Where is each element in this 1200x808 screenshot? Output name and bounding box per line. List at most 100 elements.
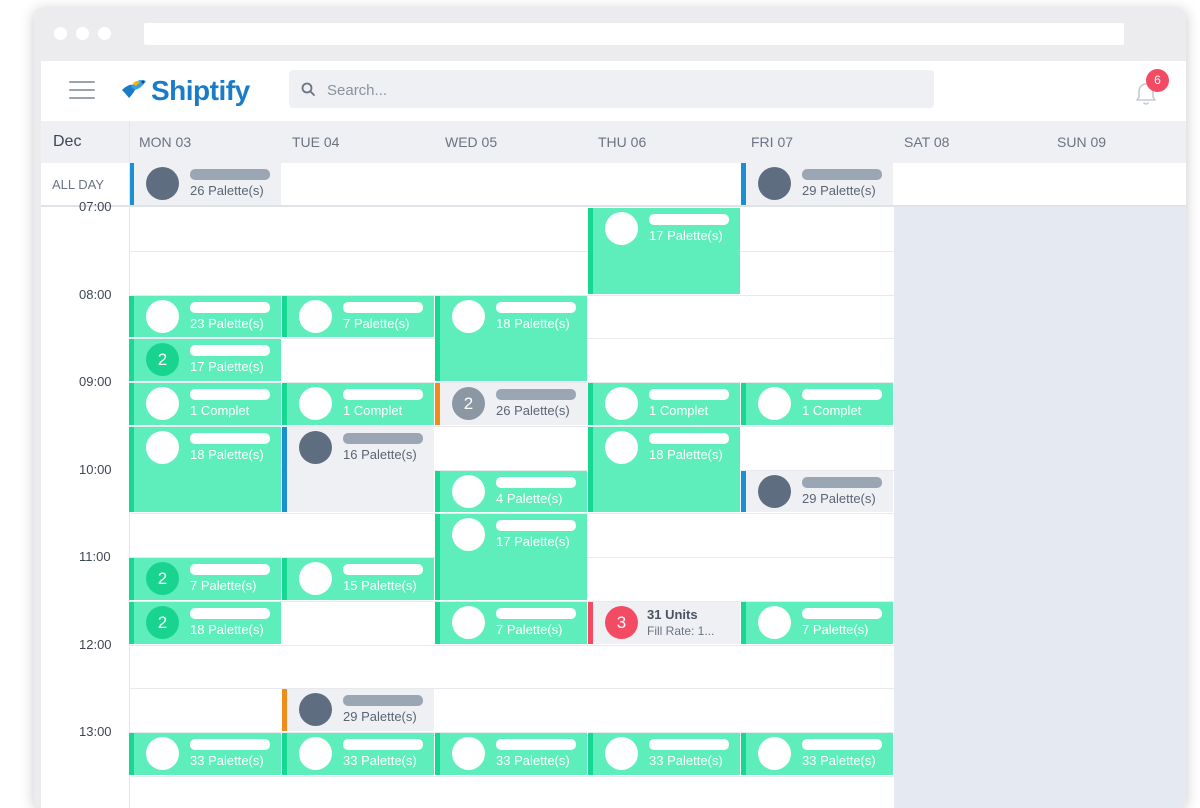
event-label: 17 Palette(s): [190, 359, 264, 375]
event-name-placeholder: [496, 476, 576, 488]
event-card[interactable]: 1 Complet: [588, 383, 740, 425]
event-card[interactable]: 1 Complet: [741, 383, 893, 425]
event-title: 31 Units: [647, 606, 698, 622]
day-header[interactable]: THU 06: [598, 134, 646, 150]
event-status-circle: [146, 387, 179, 420]
logo[interactable]: Shiptify: [121, 73, 271, 109]
event-name-placeholder: [802, 389, 882, 400]
event-name-placeholder: [649, 739, 729, 750]
event-name-placeholder: [343, 301, 423, 313]
event-label: 33 Palette(s): [496, 753, 570, 768]
calendar-grid: 07:00 08:00 09:00 10:00 11:00 12:00 13:00 17 P…: [41, 199, 1186, 808]
address-bar[interactable]: [144, 23, 1124, 45]
event-label: 7 Palette(s): [496, 621, 563, 637]
event-card[interactable]: 18 Palette(s): [129, 426, 281, 513]
event-name-placeholder: [190, 739, 270, 750]
grid-line: [129, 644, 894, 646]
event-label: 15 Palette(s): [343, 578, 417, 593]
logo-text: Shiptify: [151, 75, 250, 106]
event-card[interactable]: 18 Palette(s): [435, 295, 587, 381]
month-label: Dec: [53, 133, 82, 150]
event-card[interactable]: 3 31 Units Fill Rate: 1...: [588, 601, 740, 644]
all-day-label: ALL DAY: [52, 177, 105, 192]
event-status-circle: [452, 518, 485, 552]
event-card[interactable]: 7 Palette(s): [435, 601, 587, 644]
event-card[interactable]: 15 Palette(s): [282, 558, 434, 600]
event-status-circle: [452, 605, 485, 639]
event-status-circle: [146, 167, 179, 200]
event-status-circle: [299, 430, 332, 464]
event-name-placeholder: [496, 389, 576, 400]
event-card[interactable]: 1 Complet: [129, 383, 281, 425]
event-name-placeholder: [649, 214, 729, 225]
event-card[interactable]: 18 Palette(s): [588, 426, 740, 513]
search-icon: [301, 82, 315, 96]
time-label: 12:00: [79, 636, 112, 652]
event-label: 7 Palette(s): [190, 578, 257, 593]
event-label: 17 Palette(s): [649, 228, 723, 243]
event-name-placeholder: [496, 607, 576, 619]
event-status-circle: [299, 693, 332, 727]
event-status-circle: [605, 430, 638, 464]
grid-line: [129, 250, 894, 252]
event-status-circle: 2: [146, 562, 179, 595]
event-card[interactable]: 2 17 Palette(s): [129, 339, 281, 381]
event-card[interactable]: 33 Palette(s): [435, 733, 587, 775]
event-card[interactable]: 7 Palette(s): [741, 601, 893, 644]
event-label: 18 Palette(s): [496, 315, 570, 331]
window-dot-minimize[interactable]: [76, 27, 89, 40]
event-card[interactable]: 16 Palette(s): [282, 426, 434, 513]
event-name-placeholder: [190, 564, 270, 575]
event-card[interactable]: 17 Palette(s): [588, 208, 740, 294]
event-label: 26 Palette(s): [496, 403, 570, 418]
event-name-placeholder: [802, 739, 882, 750]
event-card[interactable]: 29 Palette(s): [282, 689, 434, 731]
event-card[interactable]: 17 Palette(s): [435, 514, 587, 600]
event-status-circle: [146, 299, 179, 333]
grid-line: [129, 775, 894, 777]
event-status-circle: [146, 737, 179, 770]
app-header: Shiptify 6: [41, 61, 1186, 121]
search-box[interactable]: [289, 70, 934, 108]
event-card[interactable]: 29 Palette(s): [741, 470, 893, 513]
event-subtitle: Fill Rate: 1...: [647, 623, 715, 638]
day-header[interactable]: MON 03: [139, 134, 191, 150]
day-header[interactable]: WED 05: [445, 134, 497, 150]
day-header[interactable]: TUE 04: [292, 134, 339, 150]
event-card[interactable]: 33 Palette(s): [129, 733, 281, 775]
event-status-circle: [605, 737, 638, 770]
event-card[interactable]: 1 Complet: [282, 383, 434, 425]
event-status-circle: 2: [146, 605, 179, 639]
all-day-event-card[interactable]: 26 Palette(s): [129, 163, 281, 205]
day-header[interactable]: FRI 07: [751, 134, 793, 150]
event-status-circle: [299, 562, 332, 595]
event-label: 29 Palette(s): [343, 709, 417, 725]
event-status-circle: [146, 430, 179, 464]
all-day-event-card[interactable]: 29 Palette(s): [741, 163, 893, 205]
event-card[interactable]: 23 Palette(s): [129, 295, 281, 338]
menu-icon[interactable]: [69, 79, 95, 101]
time-label: 09:00: [79, 374, 112, 389]
event-card[interactable]: 33 Palette(s): [282, 733, 434, 775]
event-status-circle: [452, 474, 485, 508]
event-card[interactable]: 2 18 Palette(s): [129, 601, 281, 644]
search-input[interactable]: [325, 78, 919, 102]
weekend-columns: [894, 207, 1186, 808]
event-card[interactable]: 7 Palette(s): [282, 295, 434, 338]
window-dot-close[interactable]: [54, 27, 67, 40]
day-header[interactable]: SAT 08: [904, 134, 949, 150]
notification-badge[interactable]: 6: [1146, 69, 1169, 92]
time-label: 07:00: [79, 199, 112, 214]
window-dot-maximize[interactable]: [98, 27, 111, 40]
day-header[interactable]: SUN 09: [1057, 134, 1106, 150]
event-card[interactable]: 33 Palette(s): [588, 733, 740, 775]
event-card[interactable]: 33 Palette(s): [741, 733, 893, 775]
event-name-placeholder: [649, 432, 729, 444]
event-status-circle: [452, 299, 485, 333]
event-label: 1 Complet: [649, 403, 709, 418]
event-label: 33 Palette(s): [190, 753, 264, 768]
event-status-circle: [758, 167, 791, 200]
event-card[interactable]: 4 Palette(s): [435, 470, 587, 513]
event-card[interactable]: 2 26 Palette(s): [435, 383, 587, 425]
event-card[interactable]: 2 7 Palette(s): [129, 558, 281, 600]
